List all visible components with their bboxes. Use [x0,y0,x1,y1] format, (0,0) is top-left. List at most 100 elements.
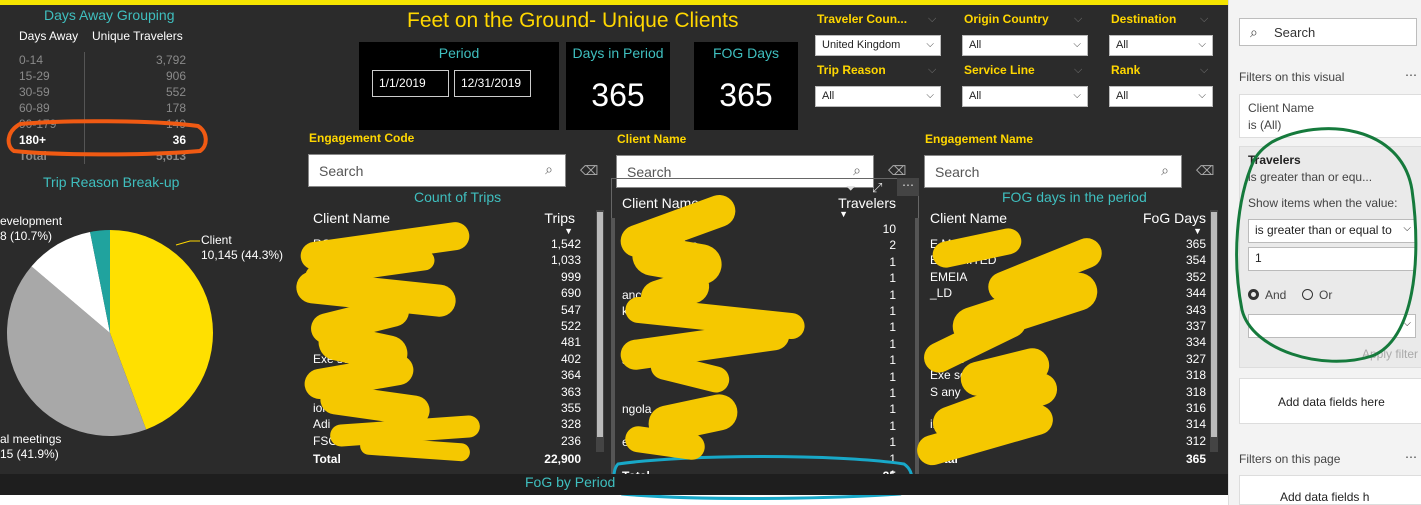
chevron-down-icon[interactable]: ⌵ [1074,13,1082,26]
focus-mode-icon[interactable]: ⤢ [872,180,882,196]
days-away-row[interactable]: 30-59 552 [19,85,186,101]
eraser-icon[interactable]: ⌫ [580,163,598,179]
trip-reason-title: Trip Reason Break-up [43,174,180,190]
days-away-row[interactable]: 15-29 906 [19,69,186,85]
table-divider [611,218,615,474]
pie-value-meetings: 15 (41.9%) [0,447,59,461]
period-end-input[interactable]: 12/31/2019 [454,70,531,97]
slicer-value: All [822,90,835,102]
row-value: 1,542 [550,237,581,251]
chevron-down-icon: ⌵ [926,90,934,101]
add-fields-label: Add data fields here [1278,395,1385,409]
chevron-down-icon[interactable]: ⌵ [1200,64,1208,77]
col-fog-days[interactable]: FoG Days [1143,210,1206,226]
row-value: 402 [560,351,581,366]
slicer-label-traveler-country: Traveler Coun... [817,12,908,26]
days-in-period-value: 365 [591,77,645,113]
table-divider [915,218,919,474]
fog-days-value: 365 [719,77,773,113]
row-value: 1 [889,369,896,384]
row-label: S any [930,384,961,399]
scroll-thumb[interactable] [1211,212,1217,437]
more-options-icon[interactable]: ⋯ [897,178,919,196]
row-value: 334 [1185,335,1206,350]
chevron-down-icon[interactable]: ⌵ [928,13,936,26]
row-value: 337 [1185,319,1206,333]
col-trips[interactable]: Trips [544,210,575,226]
slicer-value: All [1116,90,1129,102]
row-value: 10 [882,222,896,236]
days-in-period-title: Days in Period [572,45,664,61]
row-value: 1 [889,336,896,351]
col-client-name[interactable]: Client Name [930,210,1007,226]
eraser-icon[interactable]: ⌫ [888,163,906,179]
add-fields-label: Add data fields h [1280,490,1370,504]
slicer-traveler-country[interactable]: United Kingdom ⌵ [815,35,941,56]
row-value: 999 [560,269,581,284]
slicer-label-rank: Rank [1111,63,1141,77]
slicer-label-service-line: Service Line [964,63,1035,77]
row-value: 1,033 [550,253,581,268]
days-in-period-card: Days in Period 365 [566,42,670,130]
engagement-name-search[interactable]: Search ⌕ [924,155,1182,188]
chevron-down-icon[interactable]: ⌵ [928,64,936,77]
travelers-row[interactable]: 1 [622,386,896,402]
row-value: 314 [1185,417,1206,432]
row-value: 1 [889,386,896,400]
orange-annotation [6,119,208,157]
filters-search-input[interactable]: ⌕ Search [1239,18,1417,46]
days-away-row[interactable]: 60-89 178 [19,101,186,117]
filter-icon[interactable]: ⏷ [846,181,856,196]
count-of-trips-title: Count of Trips [414,189,502,205]
period-title: Period [438,45,480,61]
eraser-icon[interactable]: ⌫ [1196,163,1214,179]
search-icon: ⌕ [1250,24,1258,40]
chevron-down-icon[interactable]: ⌵ [1200,13,1208,26]
slicer-label-trip-reason: Trip Reason [817,63,886,77]
scroll-thumb[interactable] [597,212,603,437]
engagement-code-search[interactable]: Search ⌕ [308,154,566,187]
pie-leader-line [175,240,200,246]
col-client-name[interactable]: Client Name [313,210,390,226]
row-value: 344 [1185,286,1206,301]
row-label: EMEIA [930,269,968,284]
more-options-icon[interactable]: ⋯ [1405,450,1417,464]
row-value: 355 [560,401,581,415]
row-value: 236 [560,433,581,448]
page-title: Feet on the Ground- Unique Clients [407,9,739,32]
row-value: 316 [1185,401,1206,415]
row-value: 1 [889,287,896,302]
total-label: Total [313,452,341,466]
fog-days-period-title: FOG days in the period [1002,189,1147,205]
pie-value-client: 10,145 (44.3%) [201,248,284,262]
total-value: 22,900 [544,452,581,466]
chevron-down-icon[interactable]: ⌵ [1074,64,1082,77]
add-data-fields-visual[interactable]: Add data fields here [1239,378,1421,424]
slicer-rank[interactable]: All ⌵ [1109,86,1213,107]
slicer-value: All [969,90,982,102]
filter-title: Client Name [1248,101,1315,115]
more-options-icon[interactable]: ⋯ [1405,68,1417,82]
days-away-row[interactable]: 0-14 3,792 [19,53,186,69]
row-value: 2 [889,238,896,253]
travelers-count: 3,792 [155,53,186,67]
days-range: 0-14 [19,53,44,67]
chevron-down-icon: ⌵ [1073,39,1081,50]
slicer-value: All [1116,39,1129,51]
sort-desc-icon: ▼ [564,226,573,236]
row-value: 1 [889,254,896,269]
slicer-trip-reason[interactable]: All ⌵ [815,86,941,107]
slicer-destination[interactable]: All ⌵ [1109,35,1213,56]
row-value: 343 [1185,302,1206,317]
slicer-service-line[interactable]: All ⌵ [962,86,1088,107]
add-data-fields-page[interactable]: Add data fields h [1239,475,1421,505]
days-away-title: Days Away Grouping [44,7,175,23]
travelers-count: 906 [165,69,186,83]
row-value: 1 [889,304,896,318]
chevron-down-icon: ⌵ [1073,90,1081,101]
period-start-input[interactable]: 1/1/2019 [372,70,449,97]
fog-scrollbar[interactable] [1210,210,1218,452]
trips-scrollbar[interactable] [596,210,604,452]
slicer-origin-country[interactable]: All ⌵ [962,35,1088,56]
row-value: 352 [1185,269,1206,284]
